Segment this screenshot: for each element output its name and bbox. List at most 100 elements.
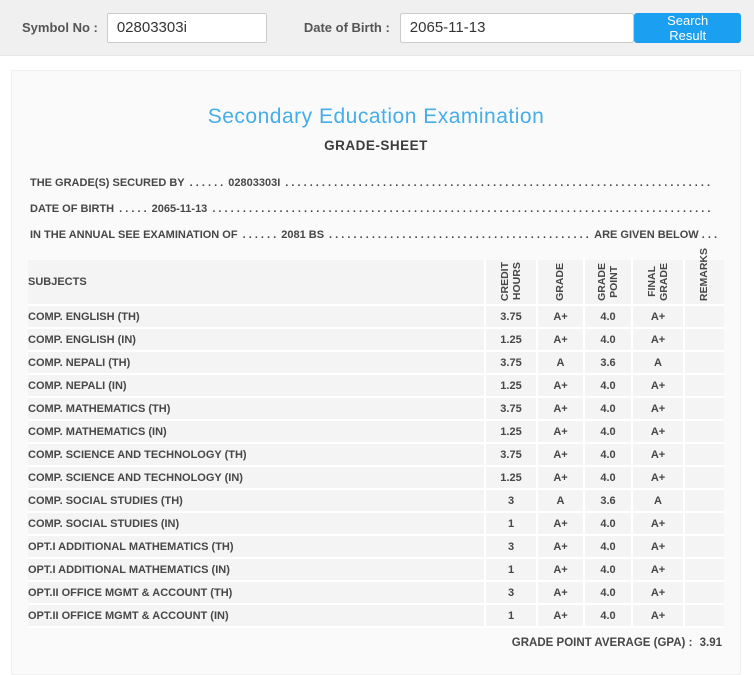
date-of-birth-value: 2065-11-13 xyxy=(151,203,208,215)
remarks-cell xyxy=(683,582,724,605)
grade-cell: A xyxy=(536,352,583,375)
symbol-no-value: 02803303I xyxy=(228,177,281,189)
grade-point-cell: 4.0 xyxy=(583,329,631,352)
header-subjects: SUBJECTS xyxy=(28,260,484,306)
grade-cell: A+ xyxy=(536,536,583,559)
dot-separator: . . . . . . xyxy=(189,177,224,189)
final-grade-cell: A+ xyxy=(631,467,683,490)
subject-cell: OPT.II OFFICE MGMT & ACCOUNT (IN) xyxy=(28,605,484,628)
grade-cell: A+ xyxy=(536,398,583,421)
subject-cell: COMP. ENGLISH (IN) xyxy=(28,329,484,352)
grades-table-header-row: SUBJECTS CREDIT HOURS GRADE GRADE POINT … xyxy=(28,248,724,306)
credit-hours-cell: 3 xyxy=(484,490,536,513)
subject-cell: COMP. SOCIAL STUDIES (TH) xyxy=(28,490,484,513)
final-grade-cell: A+ xyxy=(631,559,683,582)
final-grade-cell: A+ xyxy=(631,398,683,421)
info-line-symbol: THE GRADE(S) SECURED BY . . . . . . 0280… xyxy=(28,170,724,196)
grade-point-cell: 4.0 xyxy=(583,605,631,628)
subject-cell: COMP. NEPALI (IN) xyxy=(28,375,484,398)
remarks-cell xyxy=(683,605,724,628)
grade-table-body: COMP. ENGLISH (TH) 3.75 A+ 4.0 A+ COMP. … xyxy=(28,306,724,628)
final-grade-cell: A+ xyxy=(631,605,683,628)
remarks-cell xyxy=(683,398,724,421)
header-credit-hours: CREDIT HOURS xyxy=(484,260,536,306)
header-credit-hours-label: CREDIT HOURS xyxy=(498,261,523,301)
credit-hours-cell: 1.25 xyxy=(484,467,536,490)
remarks-cell xyxy=(683,306,724,329)
subject-cell: OPT.II OFFICE MGMT & ACCOUNT (TH) xyxy=(28,582,484,605)
header-remarks-label: REMARKS xyxy=(698,247,711,301)
grade-cell: A+ xyxy=(536,329,583,352)
remarks-cell xyxy=(683,375,724,398)
credit-hours-cell: 3 xyxy=(484,536,536,559)
credit-hours-cell: 1.25 xyxy=(484,421,536,444)
final-grade-cell: A xyxy=(631,352,683,375)
symbol-no-input[interactable] xyxy=(106,12,267,43)
grade-point-cell: 4.0 xyxy=(583,421,631,444)
grade-point-cell: 4.0 xyxy=(583,582,631,605)
dot-separator: . . . . . . xyxy=(242,229,277,241)
gpa-value: 3.91 xyxy=(699,637,722,649)
subject-cell: COMP. SCIENCE AND TECHNOLOGY (TH) xyxy=(28,444,484,467)
grades-table: SUBJECTS CREDIT HOURS GRADE GRADE POINT … xyxy=(28,248,724,628)
header-subjects-label: SUBJECTS xyxy=(28,276,87,288)
remarks-cell xyxy=(683,329,724,352)
table-row: COMP. SCIENCE AND TECHNOLOGY (IN) 1.25 A… xyxy=(28,467,724,490)
final-grade-cell: A+ xyxy=(631,582,683,605)
dot-leader: . . . . . . . . . . . . . . . . . . . . … xyxy=(212,203,712,215)
dot-leader: . . . . . . . . . . . . . . . . . . . . … xyxy=(329,229,589,241)
subject-cell: OPT.I ADDITIONAL MATHEMATICS (IN) xyxy=(28,559,484,582)
grade-cell: A+ xyxy=(536,421,583,444)
credit-hours-cell: 3.75 xyxy=(484,444,536,467)
table-row: COMP. NEPALI (IN) 1.25 A+ 4.0 A+ xyxy=(28,375,724,398)
subject-cell: OPT.I ADDITIONAL MATHEMATICS (TH) xyxy=(28,536,484,559)
table-row: OPT.II OFFICE MGMT & ACCOUNT (TH) 3 A+ 4… xyxy=(28,582,724,605)
grade-point-cell: 4.0 xyxy=(583,513,631,536)
dot-separator: . . . . . xyxy=(119,203,147,215)
table-row: COMP. MATHEMATICS (TH) 3.75 A+ 4.0 A+ xyxy=(28,398,724,421)
search-bar: Symbol No : Date of Birth : Search Resul… xyxy=(0,0,754,56)
grade-point-cell: 4.0 xyxy=(583,444,631,467)
info-label: DATE OF BIRTH xyxy=(30,203,115,215)
credit-hours-cell: 1 xyxy=(484,513,536,536)
credit-hours-cell: 1.25 xyxy=(484,329,536,352)
table-row: COMP. ENGLISH (IN) 1.25 A+ 4.0 A+ xyxy=(28,329,724,352)
grade-point-cell: 4.0 xyxy=(583,375,631,398)
grade-cell: A+ xyxy=(536,513,583,536)
header-final-grade-label: FINAL GRADE xyxy=(645,263,670,301)
subject-cell: COMP. MATHEMATICS (TH) xyxy=(28,398,484,421)
table-row: COMP. MATHEMATICS (IN) 1.25 A+ 4.0 A+ xyxy=(28,421,724,444)
symbol-no-label: Symbol No : xyxy=(22,20,98,35)
grade-point-cell: 4.0 xyxy=(583,467,631,490)
credit-hours-cell: 1 xyxy=(484,559,536,582)
info-label: THE GRADE(S) SECURED BY xyxy=(30,177,185,189)
date-of-birth-input[interactable] xyxy=(399,12,635,43)
subject-cell: COMP. ENGLISH (TH) xyxy=(28,306,484,329)
info-line-examination: IN THE ANNUAL SEE EXAMINATION OF . . . .… xyxy=(28,222,724,248)
header-final-grade: FINAL GRADE xyxy=(631,260,683,306)
remarks-cell xyxy=(683,559,724,582)
grade-point-cell: 4.0 xyxy=(583,536,631,559)
grade-sheet-card: Secondary Education Examination GRADE-SH… xyxy=(11,70,741,675)
grade-point-cell: 4.0 xyxy=(583,559,631,582)
search-result-button[interactable]: Search Result xyxy=(634,12,741,43)
subject-cell: COMP. MATHEMATICS (IN) xyxy=(28,421,484,444)
subject-cell: COMP. NEPALI (TH) xyxy=(28,352,484,375)
gpa-summary: GRADE POINT AVERAGE (GPA) : 3.91 xyxy=(28,637,724,649)
grade-cell: A+ xyxy=(536,306,583,329)
final-grade-cell: A+ xyxy=(631,306,683,329)
grade-cell: A+ xyxy=(536,582,583,605)
date-of-birth-label: Date of Birth : xyxy=(303,20,390,35)
final-grade-cell: A+ xyxy=(631,513,683,536)
header-grade-label: GRADE xyxy=(554,263,567,301)
remarks-cell xyxy=(683,536,724,559)
credit-hours-cell: 1 xyxy=(484,605,536,628)
credit-hours-cell: 3.75 xyxy=(484,398,536,421)
candidate-info-section: THE GRADE(S) SECURED BY . . . . . . 0280… xyxy=(28,170,724,248)
remarks-cell xyxy=(683,467,724,490)
table-row: COMP. NEPALI (TH) 3.75 A 3.6 A xyxy=(28,352,724,375)
table-row: COMP. ENGLISH (TH) 3.75 A+ 4.0 A+ xyxy=(28,306,724,329)
header-grade-point-label: GRADE POINT xyxy=(595,263,620,301)
page-title: Secondary Education Examination xyxy=(207,105,545,128)
final-grade-cell: A+ xyxy=(631,421,683,444)
